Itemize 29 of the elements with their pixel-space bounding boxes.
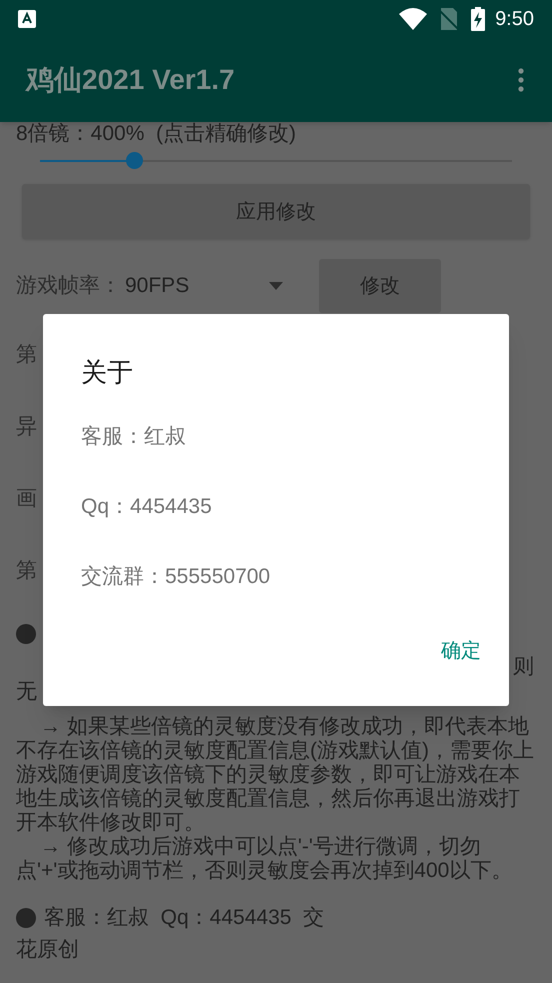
no-sim-icon <box>439 8 460 30</box>
fps-label: 游戏帧率： <box>16 273 121 300</box>
setting-label: 第 <box>16 558 37 584</box>
dialog-text: 交流群：555550700 <box>81 564 272 590</box>
battery-charging-icon <box>471 7 486 31</box>
dropdown-arrow-icon <box>269 282 283 290</box>
ok-button[interactable]: 确定 <box>433 632 489 670</box>
bullet-icon <box>16 624 36 644</box>
wifi-icon <box>399 8 428 30</box>
bullet-icon <box>16 908 36 928</box>
app-title: 鸡仙2021 Ver1.7 <box>26 63 236 97</box>
note-text: 则 <box>513 654 534 677</box>
note-text: 花原创 <box>16 936 79 962</box>
dialog-title: 关于 <box>81 356 134 389</box>
dialog-text: Qq：4454435 <box>81 494 213 520</box>
setting-label: 画 <box>16 486 37 512</box>
contact-text: 客服：红叔 Qq：4454435 交 <box>44 905 324 932</box>
dialog-text: 客服：红叔 <box>81 424 187 450</box>
scope-label: 8倍镜：400% (点击精确修改) <box>16 121 296 148</box>
setting-label: 异 <box>16 414 37 440</box>
note-text: 无 <box>16 678 37 704</box>
fps-dropdown[interactable]: 90FPS <box>125 270 283 302</box>
slider-thumb[interactable] <box>126 152 144 169</box>
note-paragraph: → 如果某些倍镜的灵敏度没有修改成功，即代表本地不存在该倍镜的灵敏度配置信息(游戏默认值)，需要你上游戏随便调度该倍镜下的灵敏度参数，即可让游戏在本地生成该倍镜的灵敏度配置信息，然后你再退出游戏打开本软件修改即可。 <box>16 715 535 835</box>
note-paragraph: → 修改成功后游戏中可以点'-'号进行微调，切勿点'+'或拖动调节栏，否则灵敏度会再次掉到400以下。 <box>16 835 514 883</box>
more-icon <box>518 68 524 92</box>
setting-label: 第 <box>16 342 37 368</box>
keyboard-app-icon <box>18 10 36 28</box>
status-time: 9:50 <box>495 7 534 32</box>
